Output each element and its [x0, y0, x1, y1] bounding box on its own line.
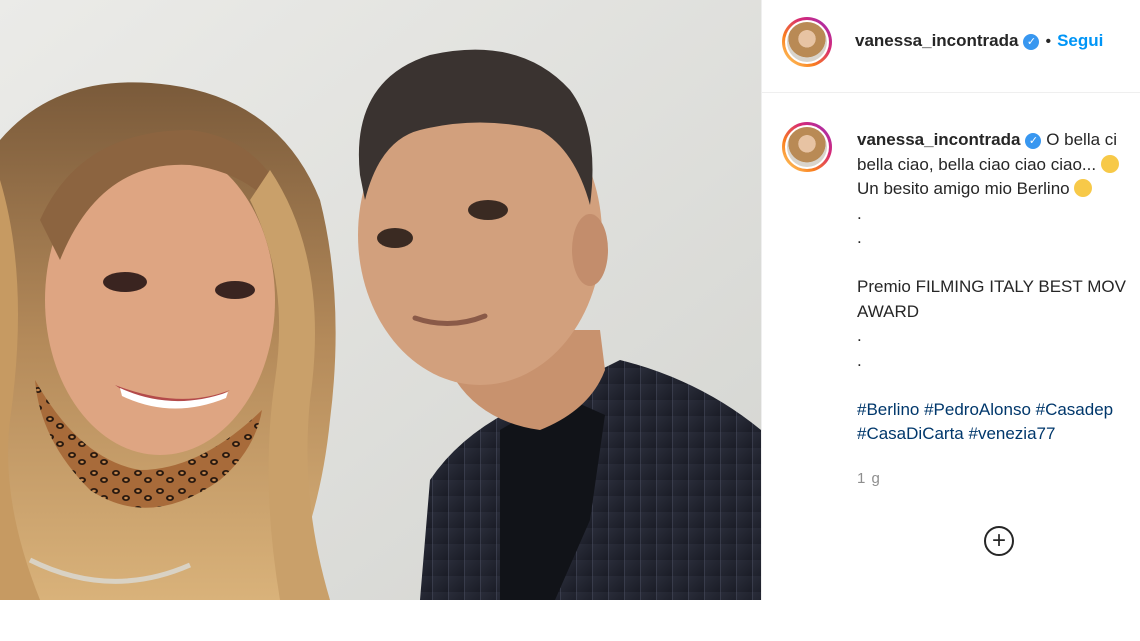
header-user-row: vanessa_incontrada ✓ • Segui	[855, 31, 1103, 51]
caption-text: O bella ci	[1046, 130, 1118, 149]
caption-text: bella ciao, bella ciao ciao ciao...	[857, 154, 1097, 174]
separator-dot: •	[1045, 33, 1052, 50]
selfie-illustration	[0, 0, 761, 600]
hashtag-line-2[interactable]: #CasaDiCarta #venezia77	[857, 422, 1140, 447]
caption-line-6	[857, 251, 1140, 276]
verified-badge-icon: ✓	[1023, 34, 1040, 50]
caption-line-5: .	[857, 228, 862, 247]
caption-line-4: .	[857, 203, 862, 223]
caption-line-2: bella ciao, bella ciao ciao ciao...	[857, 153, 1140, 178]
caption-line-8: AWARD	[857, 301, 920, 321]
post-time[interactable]: 1 g	[857, 470, 881, 487]
hashtag-line-1[interactable]: #Berlino #PedroAlonso #Casadep	[857, 398, 1140, 423]
caption-username[interactable]: vanessa_incontrada	[857, 130, 1020, 149]
caption-line-3: Un besito amigo mio Berlino	[857, 177, 1140, 202]
caption-text: Un besito amigo mio Berlino	[857, 179, 1070, 198]
verified-badge-icon: ✓	[1025, 133, 1042, 149]
caption-line-7: Premio FILMING ITALY BEST MOV	[857, 277, 1126, 296]
smile-emoji-icon	[1100, 154, 1119, 173]
bottom-strip	[0, 600, 1140, 641]
caption-line-9: .	[857, 326, 862, 345]
caption-avatar[interactable]	[782, 122, 832, 172]
follow-button[interactable]: Segui	[1057, 31, 1103, 50]
caption-line-11	[857, 373, 1140, 398]
post-sidebar: vanessa_incontrada ✓ • Segui vanessa_incont…	[761, 0, 1140, 600]
avatar[interactable]	[782, 17, 832, 67]
post-header: vanessa_incontrada ✓ • Segui	[762, 0, 1140, 93]
smile-emoji-icon	[1074, 179, 1093, 197]
post-caption: vanessa_incontrada ✓ O bella ci bella cia…	[857, 128, 1140, 447]
post-photo[interactable]	[0, 0, 761, 600]
plus-circle-icon[interactable]: +	[984, 526, 1014, 556]
caption-line-1: vanessa_incontrada ✓ O bella ci	[857, 128, 1140, 153]
header-username[interactable]: vanessa_incontrada	[855, 31, 1018, 50]
caption-line-10: .	[857, 350, 862, 370]
